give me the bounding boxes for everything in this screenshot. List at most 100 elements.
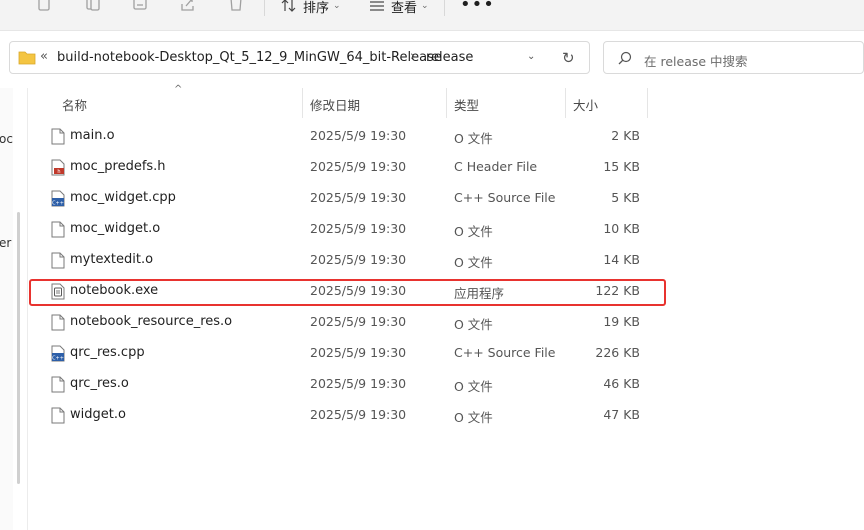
file-row[interactable]: C++ qrc_res.cpp 2025/5/9 19:30 C++ Sourc… <box>40 338 660 369</box>
file-date: 2025/5/9 19:30 <box>310 345 407 360</box>
pane-divider[interactable] <box>27 88 28 530</box>
breadcrumb-current[interactable]: release <box>426 50 473 65</box>
file-name: moc_widget.cpp <box>70 190 176 205</box>
delete-icon[interactable] <box>228 0 250 14</box>
file-row[interactable]: qrc_res.o 2025/5/9 19:30 O 文件 46 KB <box>40 369 660 400</box>
column-header-size[interactable]: 大小 <box>566 88 646 118</box>
file-type: O 文件 <box>454 410 493 425</box>
file-size: 5 KB <box>611 190 640 205</box>
sort-icon <box>281 0 297 13</box>
address-history-dropdown-icon[interactable]: ⌄ <box>527 51 535 62</box>
chevron-down-icon: ⌄ <box>421 1 429 11</box>
svg-text:C++: C++ <box>52 201 64 207</box>
file-name: notebook_resource_res.o <box>70 314 233 329</box>
file-size: 226 KB <box>595 345 640 360</box>
column-header-size-label: 大小 <box>573 98 599 113</box>
share-icon[interactable] <box>180 0 202 14</box>
search-placeholder: 在 release 中搜索 <box>644 54 748 69</box>
file-date: 2025/5/9 19:30 <box>310 221 407 236</box>
file-type: C++ Source File <box>454 190 556 205</box>
command-toolbar: 排序 ⌄ 查看 ⌄ ••• <box>0 0 864 31</box>
file-row[interactable]: notebook_resource_res.o 2025/5/9 19:30 O… <box>40 307 660 338</box>
file-row[interactable]: h moc_predefs.h 2025/5/9 19:30 C Header … <box>40 152 660 183</box>
file-type: O 文件 <box>454 255 493 270</box>
file-date: 2025/5/9 19:30 <box>310 159 407 174</box>
paste-icon[interactable] <box>132 0 154 14</box>
navigation-pane[interactable]: oc er <box>0 88 13 530</box>
cpp-source-file-icon: C++ <box>51 190 65 207</box>
nav-item-fragment[interactable]: oc <box>0 132 13 146</box>
folder-icon <box>18 50 36 69</box>
file-type: O 文件 <box>454 379 493 394</box>
file-name: widget.o <box>70 407 126 422</box>
chevron-down-icon: ⌄ <box>333 1 341 11</box>
toolbar-divider <box>444 0 445 16</box>
generic-file-icon <box>51 407 65 424</box>
generic-file-icon <box>51 252 65 269</box>
file-date: 2025/5/9 19:30 <box>310 190 407 205</box>
file-row[interactable]: main.o 2025/5/9 19:30 O 文件 2 KB <box>40 121 660 152</box>
generic-file-icon <box>51 376 65 393</box>
annotation-highlight-box <box>29 279 666 306</box>
more-options-button[interactable]: ••• <box>460 0 495 15</box>
view-icon <box>369 0 385 13</box>
column-header-type[interactable]: 类型 <box>447 88 565 118</box>
file-name: mytextedit.o <box>70 252 154 267</box>
file-name: moc_widget.o <box>70 221 161 236</box>
file-date: 2025/5/9 19:30 <box>310 314 407 329</box>
copy-icon[interactable] <box>85 0 107 14</box>
file-date: 2025/5/9 19:30 <box>310 407 407 422</box>
file-size: 14 KB <box>603 252 640 267</box>
sort-label: 排序 <box>303 0 330 16</box>
file-size: 15 KB <box>603 159 640 174</box>
toolbar-divider <box>264 0 265 16</box>
generic-file-icon <box>51 128 65 145</box>
file-date: 2025/5/9 19:30 <box>310 252 407 267</box>
file-type: O 文件 <box>454 317 493 332</box>
column-header-date[interactable]: 修改日期 <box>303 88 446 118</box>
nav-item-fragment[interactable]: er <box>0 236 11 250</box>
generic-file-icon <box>51 314 65 331</box>
file-type: O 文件 <box>454 224 493 239</box>
view-label: 查看 <box>391 0 418 16</box>
file-size: 19 KB <box>603 314 640 329</box>
search-input[interactable]: 在 release 中搜索 <box>603 41 864 74</box>
navigation-scrollbar[interactable] <box>17 212 20 484</box>
file-type: C Header File <box>454 159 538 174</box>
column-resize-handle[interactable] <box>647 88 648 118</box>
c-header-file-icon: h <box>51 159 65 176</box>
refresh-icon[interactable]: ↻ <box>562 49 575 67</box>
svg-text:h: h <box>57 169 60 175</box>
column-header-name[interactable]: 名称 <box>40 88 302 118</box>
cut-icon[interactable] <box>36 0 58 14</box>
file-row[interactable]: widget.o 2025/5/9 19:30 O 文件 47 KB <box>40 400 660 431</box>
file-name: qrc_res.cpp <box>70 345 145 360</box>
column-header-name-label: 名称 <box>62 98 88 113</box>
file-name: main.o <box>70 128 115 143</box>
address-bar[interactable]: « build-notebook-Desktop_Qt_5_12_9_MinGW… <box>9 41 590 74</box>
cpp-source-file-icon: C++ <box>51 345 65 362</box>
file-size: 2 KB <box>611 128 640 143</box>
search-icon <box>618 50 632 69</box>
file-date: 2025/5/9 19:30 <box>310 376 407 391</box>
file-type: C++ Source File <box>454 345 556 360</box>
breadcrumb-folder[interactable]: build-notebook-Desktop_Qt_5_12_9_MinGW_6… <box>57 50 442 65</box>
file-row[interactable]: mytextedit.o 2025/5/9 19:30 O 文件 14 KB <box>40 245 660 276</box>
file-type: O 文件 <box>454 131 493 146</box>
file-name: moc_predefs.h <box>70 159 166 174</box>
overflow-chevron-icon[interactable]: « <box>40 49 48 64</box>
svg-text:C++: C++ <box>52 356 64 362</box>
file-size: 46 KB <box>603 376 640 391</box>
file-row[interactable]: C++ moc_widget.cpp 2025/5/9 19:30 C++ So… <box>40 183 660 214</box>
generic-file-icon <box>51 221 65 238</box>
column-header-date-label: 修改日期 <box>310 98 361 113</box>
sort-menu-button[interactable]: 排序 ⌄ <box>281 0 341 16</box>
file-date: 2025/5/9 19:30 <box>310 128 407 143</box>
file-name: qrc_res.o <box>70 376 129 391</box>
file-size: 47 KB <box>603 407 640 422</box>
file-row[interactable]: moc_widget.o 2025/5/9 19:30 O 文件 10 KB <box>40 214 660 245</box>
breadcrumb-separator-icon[interactable]: › <box>410 49 415 64</box>
column-header-type-label: 类型 <box>454 98 480 113</box>
view-menu-button[interactable]: 查看 ⌄ <box>369 0 429 16</box>
file-size: 10 KB <box>603 221 640 236</box>
